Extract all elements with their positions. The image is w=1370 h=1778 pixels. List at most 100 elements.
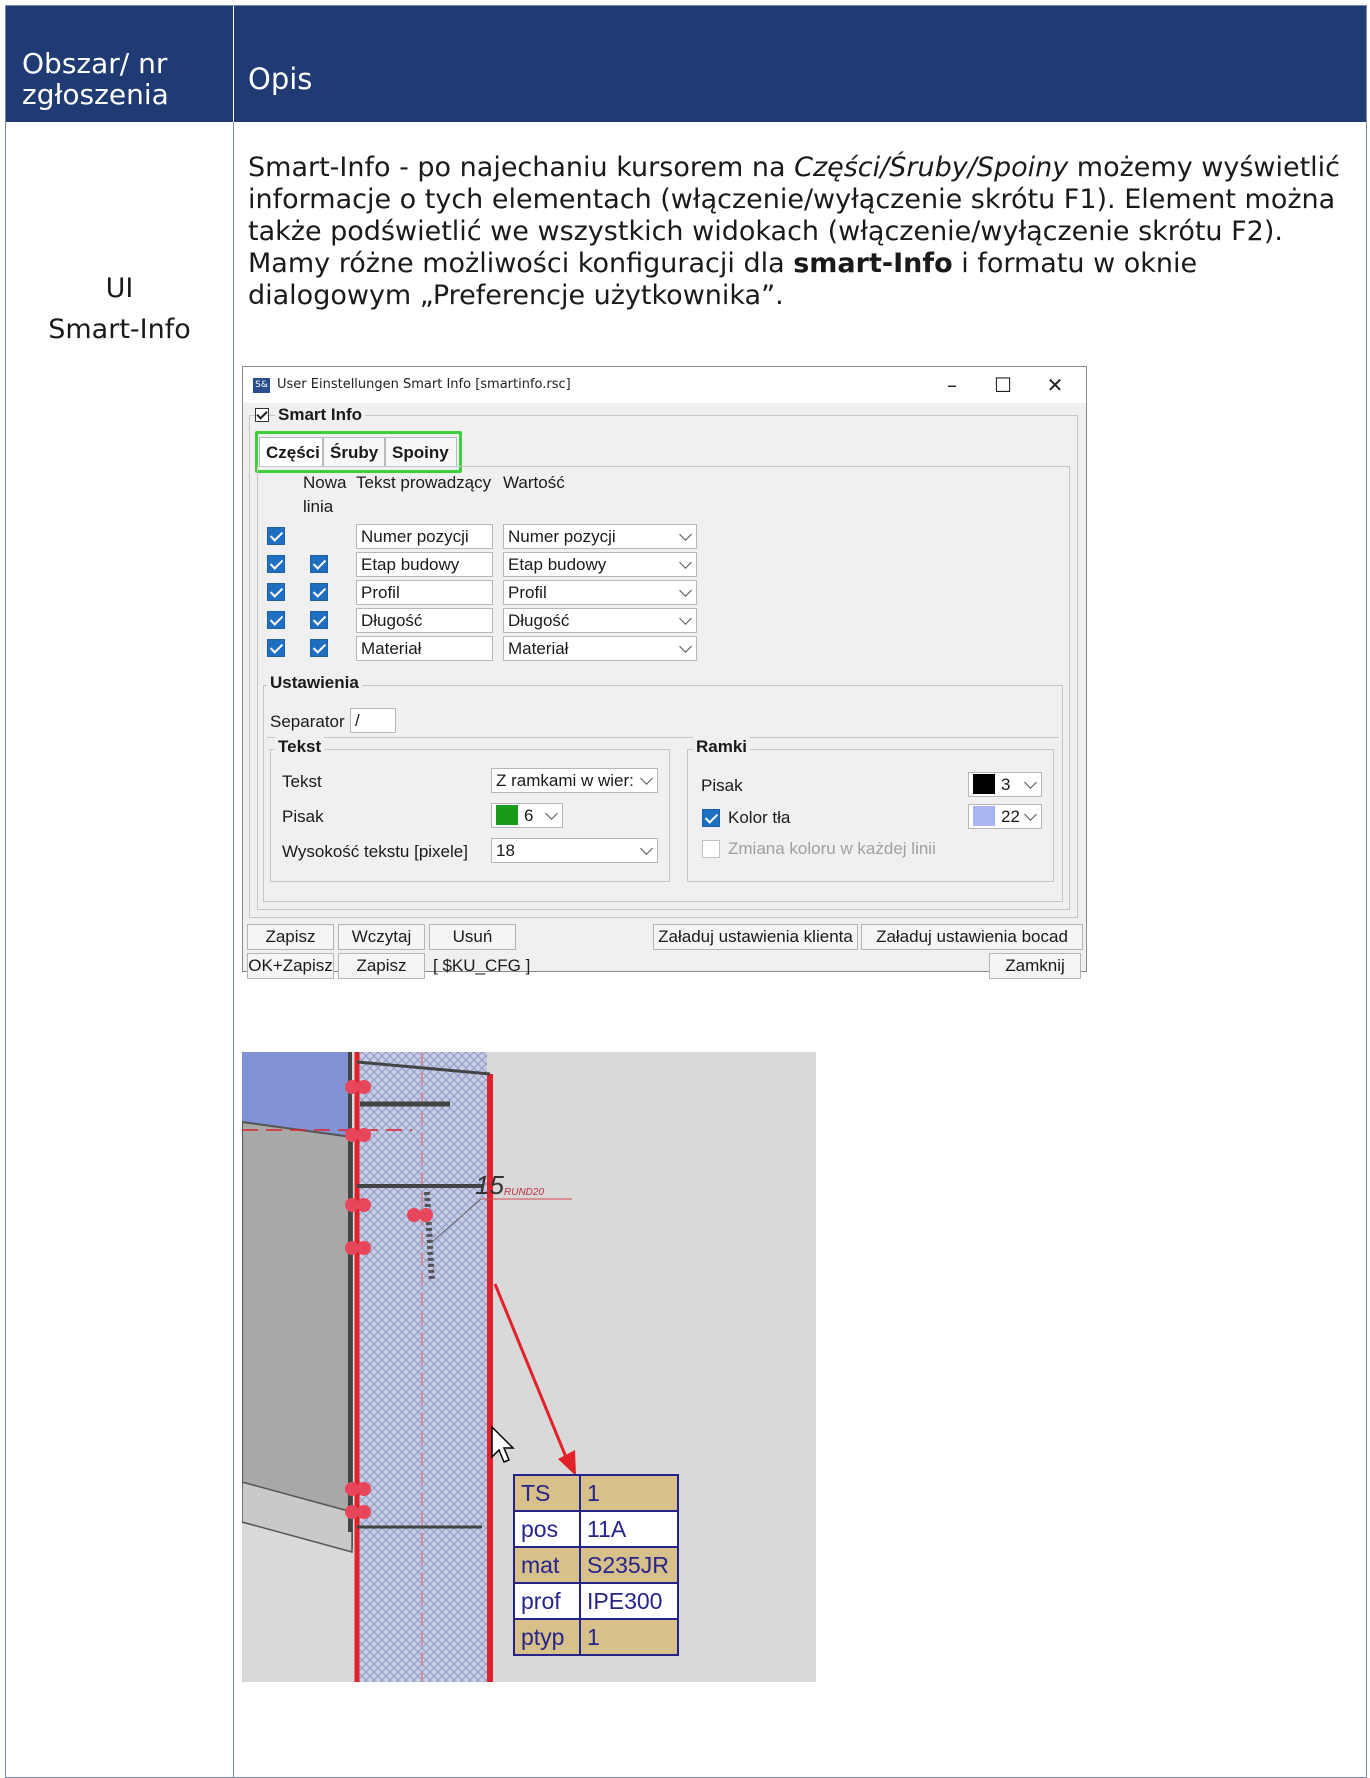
description-paragraph: Smart-Info - po najechaniu kursorem na C… xyxy=(248,152,1348,312)
chevron-down-icon xyxy=(679,556,692,569)
beam-side-face xyxy=(242,1120,353,1549)
value-dropdown-text: Profil xyxy=(508,583,547,602)
close-button[interactable]: Zamknij xyxy=(989,953,1081,979)
tooltip-row: TS 1 xyxy=(513,1474,679,1512)
background-color-label: Kolor tła xyxy=(728,808,791,827)
separator-field[interactable]: / xyxy=(350,708,396,733)
cad-view-screenshot: 15 RUND20 TS 1 pos 11A mat S235JR prof IPE30… xyxy=(242,1052,816,1682)
tooltip-row: pos 11A xyxy=(513,1510,679,1548)
text-group-label: Tekst xyxy=(275,737,325,757)
value-dropdown-text: Długość xyxy=(508,611,570,630)
smart-info-tooltip: TS 1 pos 11A mat S235JR prof IPE300 ptyp 1 xyxy=(513,1474,679,1656)
column-divider xyxy=(233,122,234,1778)
area-ui: UI xyxy=(105,273,134,304)
tooltip-value: 1 xyxy=(579,1474,679,1512)
new-line-checkbox[interactable] xyxy=(310,639,328,657)
lead-text-field[interactable]: Profil xyxy=(356,580,493,605)
tooltip-value: 11A xyxy=(579,1510,679,1548)
frames-group-label: Ramki xyxy=(693,737,751,757)
chevron-down-icon xyxy=(679,528,692,541)
tooltip-key: prof xyxy=(513,1582,581,1620)
tooltip-value: IPE300 xyxy=(579,1582,679,1620)
column-new-line-2: linia xyxy=(303,497,334,516)
lead-text-field[interactable]: Numer pozycji xyxy=(356,524,493,549)
row-enabled-checkbox[interactable] xyxy=(267,583,285,601)
new-line-checkbox[interactable] xyxy=(310,611,328,629)
chevron-down-icon xyxy=(545,807,558,820)
tab-spoiny[interactable]: Spoiny xyxy=(385,437,457,467)
column-hatched-face xyxy=(357,1052,487,1682)
load-bocad-settings-button[interactable]: Załaduj ustawienia bocad xyxy=(861,924,1083,950)
text-pen-dropdown[interactable]: 6 xyxy=(491,803,563,828)
background-color-checkbox[interactable] xyxy=(702,809,720,827)
lead-text-field[interactable]: Długość xyxy=(356,608,493,633)
frames-pen-dropdown[interactable]: 3 xyxy=(968,772,1042,797)
new-line-checkbox[interactable] xyxy=(310,583,328,601)
color-change-checkbox[interactable] xyxy=(702,840,720,858)
row-enabled-checkbox[interactable] xyxy=(267,639,285,657)
app-icon: S& xyxy=(253,378,270,393)
chevron-down-icon xyxy=(1024,808,1037,821)
frames-pen-label: Pisak xyxy=(701,776,743,795)
header-area-column: Obszar/ nr zgłoszenia xyxy=(22,47,169,111)
text-style-dropdown[interactable]: Z ramkami w wier: xyxy=(491,768,658,793)
value-dropdown[interactable]: Materiał xyxy=(503,636,697,661)
settings-group-label: Ustawienia xyxy=(267,673,362,693)
frames-pen-color-swatch xyxy=(973,774,995,794)
dialog-title: User Einstellungen Smart Info [smartinfo… xyxy=(277,377,571,392)
weld-size-text: 15 xyxy=(475,1170,504,1200)
desc-strong: smart-Info xyxy=(793,248,953,279)
pointer-arrowhead xyxy=(558,1450,576,1476)
new-line-checkbox[interactable] xyxy=(310,555,328,573)
row-enabled-checkbox[interactable] xyxy=(267,611,285,629)
tooltip-key: mat xyxy=(513,1546,581,1584)
tooltip-row: prof IPE300 xyxy=(513,1582,679,1620)
tooltip-key: ptyp xyxy=(513,1618,581,1656)
text-pen-dropdown-text: 6 xyxy=(524,806,534,825)
area-cell: UI Smart-Info xyxy=(6,268,233,350)
tab-czesci[interactable]: Części xyxy=(259,437,323,467)
text-height-dropdown[interactable]: 18 xyxy=(491,838,658,863)
value-dropdown[interactable]: Długość xyxy=(503,608,697,633)
chevron-down-icon xyxy=(679,640,692,653)
chevron-down-icon xyxy=(1024,776,1037,789)
column-lead-text: Tekst prowadzący xyxy=(356,473,492,492)
column-value: Wartość xyxy=(503,473,565,492)
lead-text-field[interactable]: Etap budowy xyxy=(356,552,493,577)
save-button[interactable]: Zapisz xyxy=(247,924,334,950)
separator-label: Separator xyxy=(270,712,345,731)
minimize-icon[interactable]: – xyxy=(937,371,967,399)
table-header: Obszar/ nr zgłoszenia Opis xyxy=(6,6,1366,122)
smart-info-label: Smart Info xyxy=(275,405,366,425)
load-client-settings-button[interactable]: Załaduj ustawienia klienta xyxy=(653,924,858,950)
smart-info-settings-dialog: S& User Einstellungen Smart Info [smarti… xyxy=(242,366,1087,979)
row-enabled-checkbox[interactable] xyxy=(267,555,285,573)
tooltip-value: S235JR xyxy=(579,1546,679,1584)
delete-button[interactable]: Usuń xyxy=(429,924,516,950)
mouse-cursor-icon xyxy=(491,1425,515,1463)
column-new-line-1: Nowa xyxy=(303,473,347,492)
text-style-dropdown-text: Z ramkami w wier: xyxy=(496,771,634,790)
background-color-dropdown[interactable]: 22 xyxy=(968,804,1042,829)
save-config-button[interactable]: Zapisz xyxy=(338,953,425,979)
text-height-dropdown-text: 18 xyxy=(496,841,515,860)
text-pen-color-swatch xyxy=(496,805,518,825)
value-dropdown-text: Etap budowy xyxy=(508,555,607,574)
lead-text-field[interactable]: Materiał xyxy=(356,636,493,661)
desc-text-1: Smart-Info - po najechaniu kursorem na xyxy=(248,152,795,183)
pointer-arrow-line xyxy=(493,1283,570,1463)
ok-save-button[interactable]: OK+Zapisz xyxy=(247,953,334,979)
load-button[interactable]: Wczytaj xyxy=(338,924,425,950)
smart-info-checkbox[interactable] xyxy=(255,408,269,422)
chevron-down-icon xyxy=(640,842,653,855)
close-icon[interactable]: ✕ xyxy=(1040,371,1070,399)
dialog-titlebar: S& User Einstellungen Smart Info [smarti… xyxy=(243,367,1086,403)
value-dropdown[interactable]: Etap budowy xyxy=(503,552,697,577)
value-dropdown[interactable]: Numer pozycji xyxy=(503,524,697,549)
maximize-icon[interactable]: ☐ xyxy=(988,371,1018,399)
row-enabled-checkbox[interactable] xyxy=(267,527,285,545)
text-height-label: Wysokość tekstu [pixele] xyxy=(282,842,468,861)
tab-sruby[interactable]: Śruby xyxy=(323,437,385,467)
value-dropdown[interactable]: Profil xyxy=(503,580,697,605)
text-style-label: Tekst xyxy=(282,772,322,791)
